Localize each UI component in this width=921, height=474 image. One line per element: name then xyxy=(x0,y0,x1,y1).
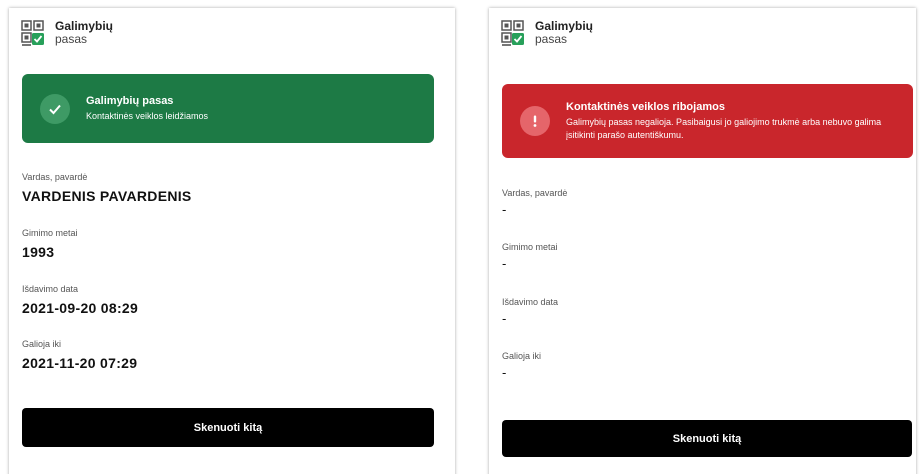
field-valid-until: Galioja iki 2021-11-20 07:29 xyxy=(22,339,137,371)
field-name: Vardas, pavardė - xyxy=(502,188,567,217)
field-value: 2021-09-20 08:29 xyxy=(22,300,139,316)
qr-check-icon xyxy=(501,20,525,48)
field-label: Galioja iki xyxy=(502,351,542,361)
field-name: Vardas, pavardė VARDENIS PAVARDENIS xyxy=(22,172,192,204)
qr-check-icon xyxy=(21,20,45,48)
field-label: Išdavimo data xyxy=(22,284,79,294)
field-value: 2021-11-20 07:29 xyxy=(22,355,138,371)
status-banner-valid: Galimybių pasas Kontaktinės veiklos leid… xyxy=(22,74,434,143)
status-banner-invalid: Kontaktinės veiklos ribojamos Galimybių … xyxy=(502,84,913,158)
field-birth-year: Gimimo metai 1993 xyxy=(22,228,78,260)
field-label: Gimimo metai xyxy=(502,242,558,252)
field-label: Vardas, pavardė xyxy=(502,188,568,198)
checkmark-icon xyxy=(40,93,70,124)
scan-another-button[interactable]: Skenuoti kitą xyxy=(502,420,912,457)
app-logo: Galimybių pasas xyxy=(21,20,113,48)
field-value: 1993 xyxy=(22,244,55,260)
field-value: - xyxy=(502,311,507,326)
field-valid-until: Galioja iki - xyxy=(502,351,541,380)
field-value: - xyxy=(502,202,507,217)
field-label: Vardas, pavardė xyxy=(22,172,88,182)
banner-description: Galimybių pasas negalioja. Pasibaigusi j… xyxy=(566,116,882,140)
field-label: Galioja iki xyxy=(22,339,62,349)
scan-another-button[interactable]: Skenuoti kitą xyxy=(22,408,434,447)
field-label: Gimimo metai xyxy=(22,228,78,238)
logo-subtitle: pasas xyxy=(535,32,568,46)
banner-title: Galimybių pasas xyxy=(86,94,174,107)
field-value: VARDENIS PAVARDENIS xyxy=(22,188,192,204)
banner-description: Kontaktinės veiklos leidžiamos xyxy=(86,110,209,121)
field-label: Išdavimo data xyxy=(502,297,559,307)
field-birth-year: Gimimo metai - xyxy=(502,242,558,271)
app-logo: Galimybių pasas xyxy=(501,20,593,48)
valid-pass-card: Galimybių pasas Galimybių pasas Kontakti… xyxy=(9,8,455,474)
field-issue-date: Išdavimo data 2021-09-20 08:29 xyxy=(22,284,138,316)
banner-title: Kontaktinės veiklos ribojamos xyxy=(566,100,725,113)
field-issue-date: Išdavimo data - xyxy=(502,297,558,326)
field-value: - xyxy=(502,256,507,271)
field-value: - xyxy=(502,365,507,380)
exclamation-icon xyxy=(520,106,550,136)
logo-subtitle: pasas xyxy=(55,32,88,46)
invalid-pass-card: Galimybių pasas Kontaktinės veiklos ribo… xyxy=(489,8,916,474)
